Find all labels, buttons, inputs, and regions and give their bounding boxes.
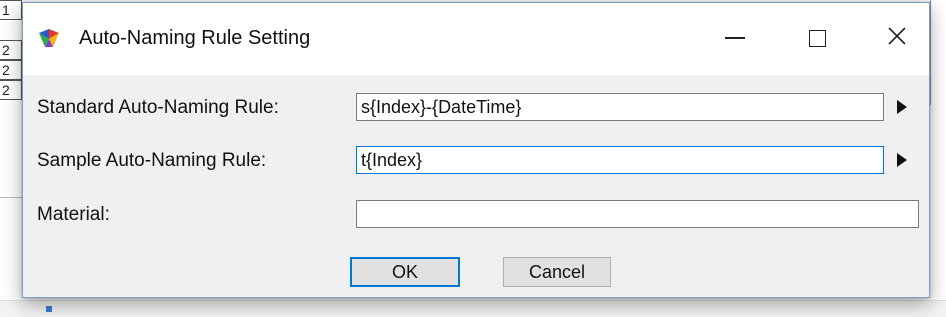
material-row: Material: [23, 200, 929, 232]
colorful-feather-icon [37, 27, 61, 49]
ok-button[interactable]: OK [350, 257, 460, 287]
background-statusbar [0, 300, 946, 317]
minimize-icon [725, 37, 745, 39]
material-input[interactable] [356, 200, 919, 228]
sample-rule-label: Sample Auto-Naming Rule: [37, 150, 267, 171]
background-cell: 2 [0, 80, 22, 100]
standard-rule-row: Standard Auto-Naming Rule: [23, 93, 929, 125]
cancel-button[interactable]: Cancel [503, 257, 611, 287]
title-bar[interactable]: Auto-Naming Rule Setting [23, 3, 929, 75]
standard-rule-label: Standard Auto-Naming Rule: [37, 97, 279, 118]
maximize-icon [808, 29, 826, 47]
window-title: Auto-Naming Rule Setting [79, 27, 311, 49]
sample-rule-row: Sample Auto-Naming Rule: [23, 146, 929, 178]
background-cell: 1 [0, 0, 22, 20]
right-triangle-icon [897, 153, 907, 167]
minimize-button[interactable] [703, 3, 767, 73]
background-divider [930, 0, 931, 105]
background-marker [46, 306, 52, 312]
background-divider [0, 197, 22, 198]
background-cell: 2 [0, 60, 22, 80]
background-cell: 2 [0, 40, 22, 60]
sample-rule-insert-button[interactable] [895, 152, 909, 168]
auto-naming-dialog: Auto-Naming Rule Setting Standard Auto-N… [22, 2, 930, 298]
close-icon [887, 26, 907, 51]
close-button[interactable] [865, 3, 929, 73]
sample-rule-input[interactable] [356, 146, 884, 174]
standard-rule-insert-button[interactable] [895, 99, 909, 115]
standard-rule-input[interactable] [356, 93, 884, 121]
material-label: Material: [37, 204, 110, 225]
maximize-button[interactable] [785, 3, 849, 73]
right-triangle-icon [897, 100, 907, 114]
